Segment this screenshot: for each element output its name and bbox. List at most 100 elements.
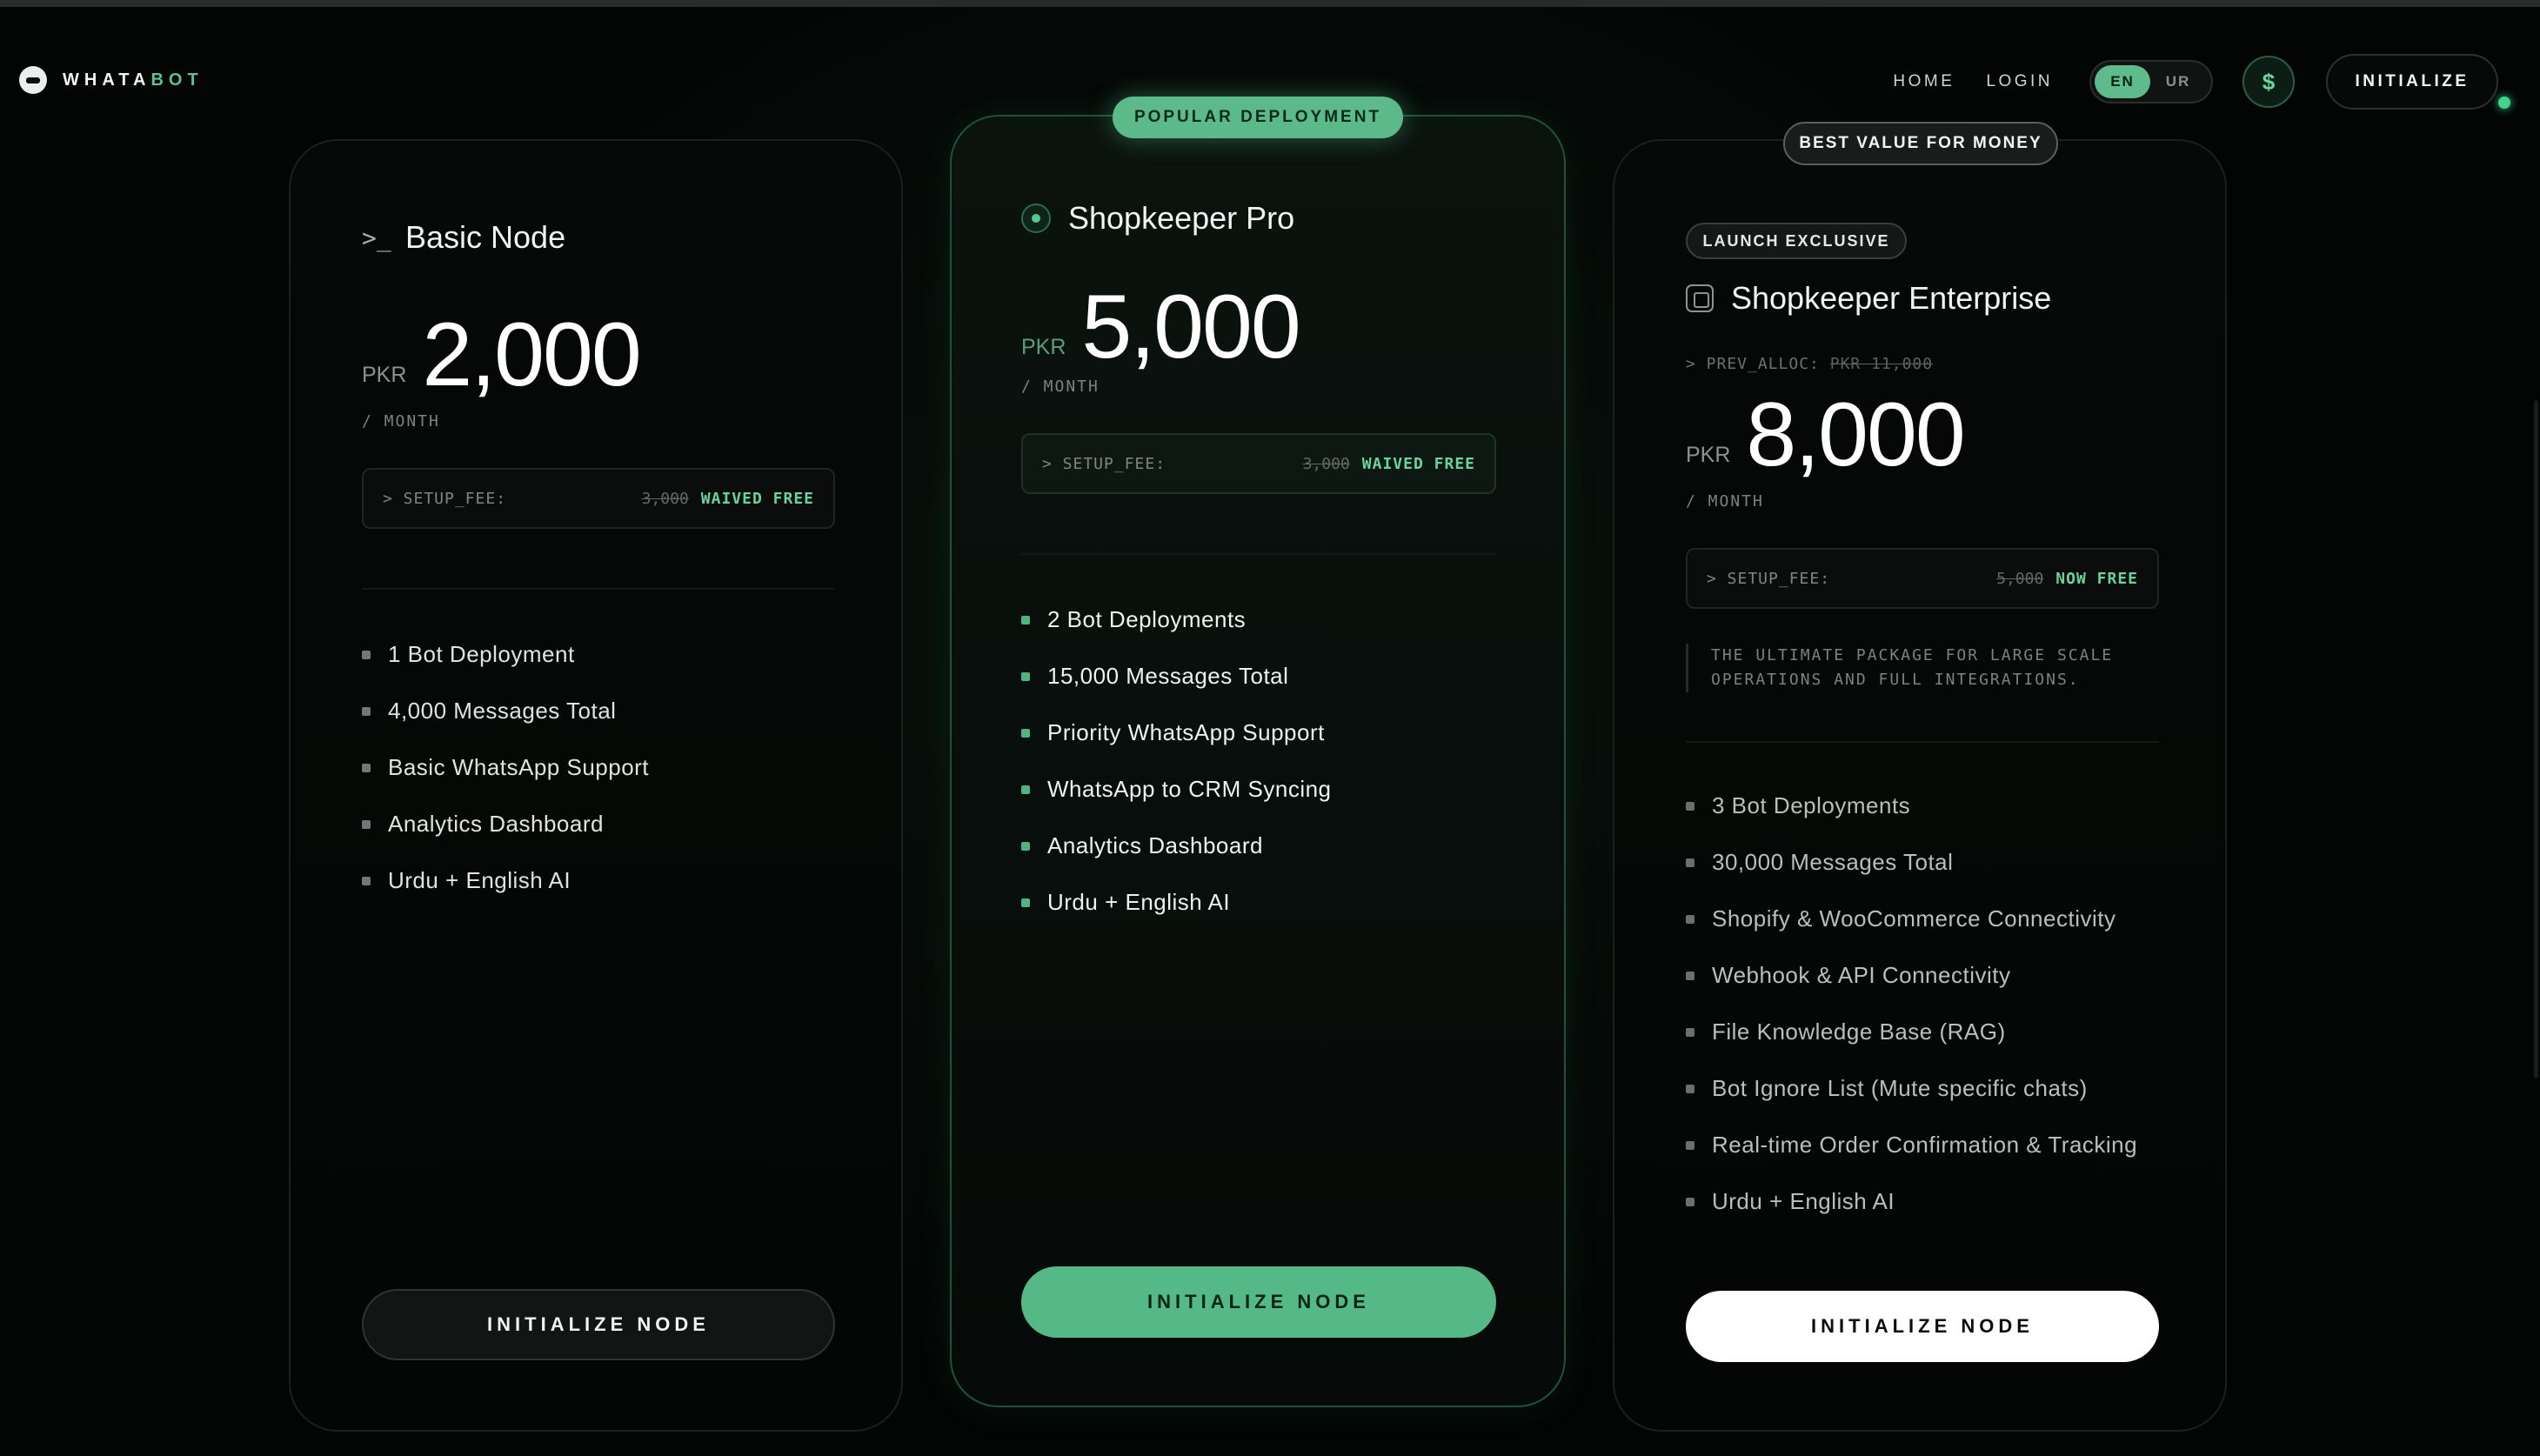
bullet-icon (362, 819, 371, 829)
setup-fee-new: WAIVED FREE (700, 489, 814, 508)
list-item: Urdu + English AI (362, 852, 649, 909)
price-period: / MONTH (1021, 377, 1100, 396)
launch-exclusive-tag: LAUNCH EXCLUSIVE (1686, 223, 1907, 259)
nav-login-link[interactable]: LOGIN (1986, 72, 2053, 91)
list-item: 1 Bot Deployment (362, 626, 649, 683)
feature-list: 2 Bot Deployments 15,000 Messages Total … (1021, 591, 1332, 931)
cpu-chip-icon (1686, 284, 1714, 312)
bullet-icon (362, 706, 371, 716)
setup-fee-values: 3,000 WAIVED FREE (1303, 455, 1475, 473)
feature-text: 4,000 Messages Total (388, 698, 617, 724)
setup-fee-old: 3,000 (1302, 454, 1350, 473)
online-status-dot (2498, 97, 2510, 109)
setup-fee-new: WAIVED FREE (1361, 454, 1475, 473)
list-item: 15,000 Messages Total (1021, 648, 1332, 705)
list-item: Bot Ignore List (Mute specific chats) (1686, 1060, 2137, 1117)
feature-text: Bot Ignore List (Mute specific chats) (1712, 1075, 2088, 1101)
price-currency: PKR (1021, 335, 1066, 359)
feature-text: Basic WhatsApp Support (388, 754, 650, 780)
price-currency: PKR (362, 363, 407, 387)
popular-badge: POPULAR DEPLOYMENT (1113, 97, 1403, 138)
brand-name: WHATABOT (63, 70, 204, 90)
bullet-icon (1686, 914, 1694, 924)
initialize-node-button[interactable]: INITIALIZE NODE (362, 1289, 835, 1360)
dollar-icon: $ (2262, 68, 2276, 95)
top-nav: HOME LOGIN EN UR $ INITIALIZE (1893, 54, 2498, 110)
initialize-button[interactable]: INITIALIZE (2326, 54, 2498, 110)
setup-fee-box: > SETUP_FEE: 5,000 NOW FREE (1686, 548, 2159, 609)
bullet-icon (1686, 1140, 1694, 1150)
setup-fee-label: > SETUP_FEE: (1707, 569, 1831, 588)
price-amount: 2,000 (422, 304, 641, 405)
list-item: 4,000 Messages Total (362, 683, 649, 739)
feature-text: 1 Bot Deployment (388, 641, 575, 667)
language-toggle[interactable]: EN UR (2089, 60, 2213, 104)
setup-fee-old: 3,000 (641, 489, 689, 508)
setup-fee-new: NOW FREE (2055, 569, 2138, 588)
top-border (0, 0, 2540, 7)
feature-text: Urdu + English AI (1712, 1188, 1895, 1214)
plan-price: PKR 8,000 (1686, 390, 1966, 480)
bullet-icon (1686, 1084, 1694, 1093)
bullet-icon (1021, 785, 1030, 794)
bullet-icon (362, 650, 371, 659)
divider (1021, 553, 1496, 555)
list-item: 2 Bot Deployments (1021, 591, 1332, 648)
initialize-node-button[interactable]: INITIALIZE NODE (1686, 1291, 2159, 1362)
feature-text: Webhook & API Connectivity (1712, 962, 2011, 988)
plan-title: Shopkeeper Pro (1021, 200, 1294, 237)
setup-fee-old: 5,000 (1996, 569, 2044, 588)
bullet-icon (1021, 728, 1030, 738)
list-item: Shopify & WooCommerce Connectivity (1686, 891, 2137, 947)
bullet-icon (1021, 841, 1030, 851)
setup-fee-label: > SETUP_FEE: (1042, 454, 1166, 473)
feature-list: 1 Bot Deployment 4,000 Messages Total Ba… (362, 626, 649, 909)
previous-price-value: PKR 11,000 (1829, 355, 1934, 373)
lang-ur-option[interactable]: UR (2150, 65, 2206, 98)
price-period: / MONTH (362, 412, 440, 431)
feature-text: 30,000 Messages Total (1712, 849, 1954, 875)
setup-fee-box: > SETUP_FEE: 3,000 WAIVED FREE (1021, 433, 1496, 494)
best-value-badge: BEST VALUE FOR MONEY (1783, 122, 2058, 165)
plan-name: Basic Node (405, 219, 566, 255)
plan-title: >_ Basic Node (362, 219, 565, 256)
setup-fee-values: 5,000 NOW FREE (1996, 570, 2138, 588)
radio-dot-icon (1021, 204, 1051, 233)
scrollbar[interactable] (2534, 400, 2538, 1079)
feature-text: Analytics Dashboard (388, 811, 604, 837)
brand-logo[interactable]: WHATABOT (19, 66, 204, 94)
list-item: Priority WhatsApp Support (1021, 705, 1332, 761)
setup-fee-label: > SETUP_FEE: (383, 489, 507, 508)
list-item: 30,000 Messages Total (1686, 834, 2137, 891)
terminal-prompt-icon: >_ (362, 223, 391, 252)
plan-card-basic: >_ Basic Node PKR 2,000 / MONTH > SETUP_… (289, 139, 903, 1432)
lang-en-option[interactable]: EN (2095, 65, 2150, 98)
brand-name-part2: BOT (150, 70, 204, 90)
previous-price-label: > PREV_ALLOC: (1686, 355, 1820, 373)
list-item: Real-time Order Confirmation & Tracking (1686, 1117, 2137, 1173)
previous-price: > PREV_ALLOC: PKR 11,000 (1686, 355, 1933, 373)
bullet-icon (1686, 858, 1694, 867)
bullet-icon (1686, 971, 1694, 980)
plan-title: Shopkeeper Enterprise (1686, 280, 2051, 317)
feature-text: 2 Bot Deployments (1047, 606, 1247, 632)
list-item: 3 Bot Deployments (1686, 778, 2137, 834)
description-line-1: THE ULTIMATE PACKAGE FOR LARGE SCALE (1711, 646, 2114, 665)
chat-bubble-icon (19, 66, 47, 94)
list-item: Urdu + English AI (1021, 874, 1332, 931)
currency-button[interactable]: $ (2243, 56, 2295, 108)
plan-card-pro: Shopkeeper Pro PKR 5,000 / MONTH > SETUP… (950, 115, 1566, 1407)
price-period: / MONTH (1686, 492, 1764, 511)
feature-text: Analytics Dashboard (1047, 832, 1263, 858)
feature-text: WhatsApp to CRM Syncing (1047, 776, 1332, 802)
bullet-icon (1686, 1197, 1694, 1206)
brand-name-part1: WHATA (63, 70, 151, 90)
divider (1686, 741, 2159, 743)
bullet-icon (362, 876, 371, 885)
nav-home-link[interactable]: HOME (1893, 72, 1955, 91)
description-line-2: OPERATIONS AND FULL INTEGRATIONS. (1711, 671, 2080, 689)
setup-fee-box: > SETUP_FEE: 3,000 WAIVED FREE (362, 468, 835, 529)
list-item: File Knowledge Base (RAG) (1686, 1004, 2137, 1060)
initialize-node-button[interactable]: INITIALIZE NODE (1021, 1266, 1496, 1338)
feature-text: Shopify & WooCommerce Connectivity (1712, 905, 2116, 932)
